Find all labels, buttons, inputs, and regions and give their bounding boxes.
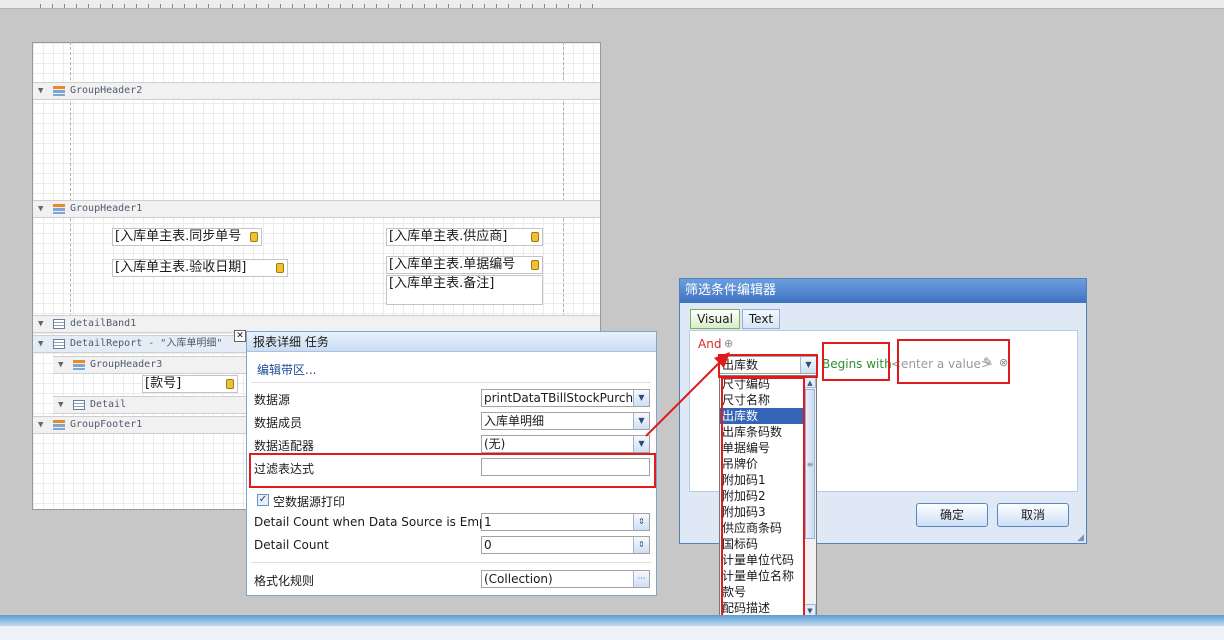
status-strip	[0, 615, 1224, 640]
status-stripe	[0, 615, 1224, 626]
annotation-arrow	[645, 352, 730, 437]
